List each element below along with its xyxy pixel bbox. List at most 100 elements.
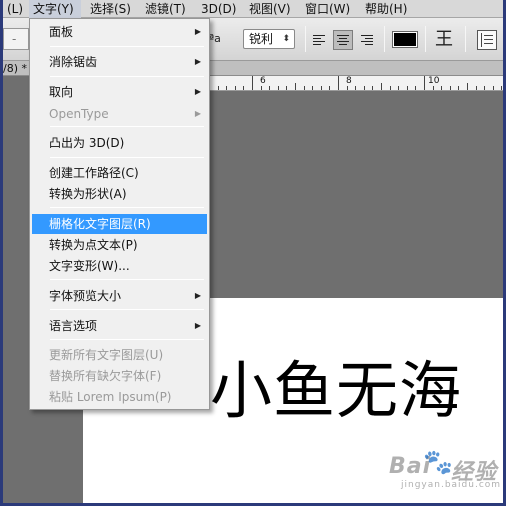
- horizontal-ruler[interactable]: 68101214: [209, 76, 503, 91]
- ruler-tick: [432, 86, 434, 90]
- menu-separator: [50, 207, 204, 208]
- menu-item-label: 字体预览大小: [49, 289, 122, 303]
- antialias-select[interactable]: 锐利 ⬍: [243, 29, 295, 49]
- menu-item-rasterize-type-layer[interactable]: 栅格化文字图层(R): [32, 214, 207, 234]
- menu-help[interactable]: 帮助(H): [365, 0, 407, 18]
- menu-separator: [50, 126, 204, 127]
- menu-item-replace-missing-fonts: 替换所有缺欠字体(F): [32, 366, 207, 386]
- menu-item-create-work-path[interactable]: 创建工作路径(C): [32, 163, 207, 183]
- menu-item-label: 取向: [49, 85, 74, 99]
- canvas-text-layer[interactable]: 小鱼无海: [210, 355, 462, 427]
- menu-type[interactable]: 文字(Y): [29, 0, 81, 18]
- menu-item-update-all-text-layers: 更新所有文字图层(U): [32, 345, 207, 365]
- ruler-number: 6: [260, 76, 266, 86]
- ruler-tick: [234, 86, 236, 90]
- ruler-tick: [424, 76, 425, 90]
- menu-item-convert-to-point-text[interactable]: 转换为点文本(P): [32, 235, 207, 255]
- menu-filter[interactable]: 滤镜(T): [145, 0, 186, 18]
- menu-item-label: 替换所有缺欠字体(F): [49, 369, 162, 383]
- menu-bar: (L) 文字(Y) 选择(S) 滤镜(T) 3D(D) 视图(V) 窗口(W) …: [3, 0, 503, 18]
- ruler-tick: [372, 86, 374, 90]
- ruler-tick: [277, 86, 279, 90]
- menu-item-language-options[interactable]: 语言选项 ▶: [32, 316, 207, 336]
- align-right-icon[interactable]: [357, 30, 377, 50]
- ruler-tick: [441, 86, 443, 90]
- menu-item-label: 转换为形状(A): [49, 187, 127, 201]
- menu-select[interactable]: 选择(S): [90, 0, 131, 18]
- menu-item-label: 创建工作路径(C): [49, 166, 139, 180]
- ruler-tick: [355, 86, 357, 90]
- menu-layer[interactable]: (L): [7, 0, 23, 18]
- ruler-tick: [286, 86, 288, 90]
- ruler-tick: [363, 86, 365, 90]
- menu-separator: [50, 46, 204, 47]
- text-color-swatch[interactable]: [392, 31, 418, 48]
- ruler-tick: [338, 76, 339, 90]
- menu-item-label: 转换为点文本(P): [49, 238, 138, 252]
- ruler-tick: [295, 83, 296, 90]
- ruler-tick: [312, 86, 314, 90]
- menu-item-label: 栅格化文字图层(R): [49, 217, 151, 231]
- character-panel-toggle-icon[interactable]: [477, 30, 497, 50]
- ruler-number: 8: [346, 76, 352, 86]
- warp-text-icon[interactable]: 王: [433, 29, 455, 51]
- ruler-tick: [303, 86, 305, 90]
- ruler-tick: [260, 86, 262, 90]
- submenu-arrow-icon: ▶: [194, 57, 201, 66]
- ruler-tick: [226, 86, 228, 90]
- ruler-tick: [475, 86, 477, 90]
- menu-separator: [50, 157, 204, 158]
- separator: [384, 26, 385, 52]
- select-arrows-icon: ⬍: [282, 34, 290, 44]
- submenu-arrow-icon: ▶: [194, 27, 201, 36]
- align-left-icon[interactable]: [309, 30, 329, 50]
- document-tab[interactable]: /8) *: [3, 61, 27, 76]
- align-center-icon[interactable]: [333, 30, 353, 50]
- menu-item-label: OpenType: [49, 107, 109, 121]
- menu-item-extrude-3d[interactable]: 凸出为 3D(D): [32, 133, 207, 153]
- submenu-arrow-icon: ▶: [194, 291, 201, 300]
- menu-item-label: 消除锯齿: [49, 55, 98, 69]
- menu-item-orientation[interactable]: 取向 ▶: [32, 82, 207, 102]
- ruler-tick: [492, 86, 494, 90]
- font-size-field[interactable]: -: [3, 28, 29, 50]
- ruler-tick: [329, 86, 331, 90]
- menu-item-label: 更新所有文字图层(U): [49, 348, 164, 362]
- menu-separator: [50, 279, 204, 280]
- separator: [305, 26, 306, 52]
- submenu-arrow-icon: ▶: [194, 321, 201, 330]
- menu-item-convert-to-shape[interactable]: 转换为形状(A): [32, 184, 207, 204]
- separator: [425, 26, 426, 52]
- ruler-tick: [467, 83, 468, 90]
- menu-3d[interactable]: 3D(D): [201, 0, 236, 18]
- menu-separator: [50, 76, 204, 77]
- menu-view[interactable]: 视图(V): [249, 0, 291, 18]
- watermark: Bai 🐾 经验 jingyan.baidu.com: [389, 444, 501, 494]
- menu-separator: [50, 339, 204, 340]
- antialias-icon: ªa: [209, 32, 221, 45]
- ruler-tick: [484, 86, 486, 90]
- menu-item-label: 文字变形(W)...: [49, 259, 130, 273]
- paw-icon: 🐾: [423, 448, 453, 476]
- menu-item-font-preview-size[interactable]: 字体预览大小 ▶: [32, 286, 207, 306]
- watermark-url: jingyan.baidu.com: [401, 480, 502, 490]
- menu-item-label: 凸出为 3D(D): [49, 136, 125, 150]
- ruler-tick: [458, 86, 460, 90]
- ruler-tick: [243, 86, 245, 90]
- menu-item-opentype: OpenType ▶: [32, 104, 207, 124]
- menu-item-label: 语言选项: [49, 319, 98, 333]
- ruler-tick: [398, 86, 400, 90]
- menu-item-label: 粘贴 Lorem Ipsum(P): [49, 390, 172, 404]
- menu-item-panels[interactable]: 面板 ▶: [32, 22, 207, 42]
- separator: [465, 26, 466, 52]
- menu-item-warp-text[interactable]: 文字变形(W)...: [32, 256, 207, 276]
- menu-window[interactable]: 窗口(W): [305, 0, 350, 18]
- ruler-tick: [415, 86, 417, 90]
- ruler-tick: [501, 86, 503, 90]
- ruler-tick: [346, 86, 348, 90]
- menu-item-label: 面板: [49, 25, 74, 39]
- antialias-value: 锐利: [249, 32, 274, 46]
- ruler-tick: [389, 86, 391, 90]
- menu-item-paste-lorem-ipsum: 粘贴 Lorem Ipsum(P): [32, 387, 207, 407]
- menu-item-anti-alias[interactable]: 消除锯齿 ▶: [32, 52, 207, 72]
